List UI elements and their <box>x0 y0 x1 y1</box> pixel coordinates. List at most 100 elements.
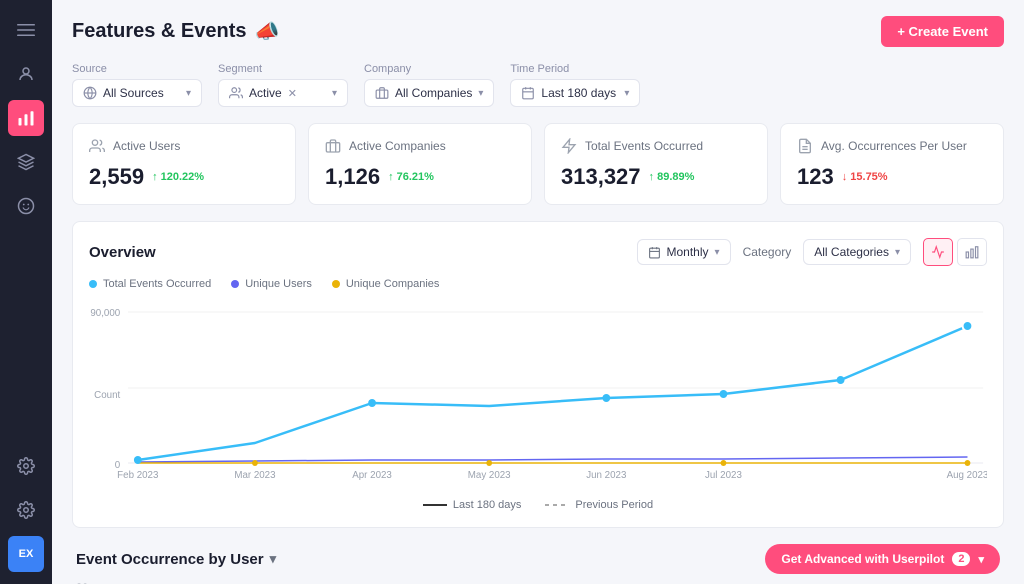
svg-text:Jul 2023: Jul 2023 <box>705 470 742 481</box>
sidebar-item-settings2[interactable] <box>8 492 44 528</box>
segment-filter: Segment Active ✕ ▾ <box>218 63 348 107</box>
sidebar-item-chart[interactable] <box>8 100 44 136</box>
stat-value-avg: 123 ↓ 15.75% <box>797 164 987 190</box>
smiley-icon <box>17 197 35 215</box>
period-calendar-icon <box>648 246 661 259</box>
svg-text:Count: Count <box>94 390 120 401</box>
sidebar-item-menu[interactable] <box>8 12 44 48</box>
time-filter: Time Period Last 180 days ▾ <box>510 63 640 107</box>
company-select[interactable]: All Companies ▾ <box>364 79 494 107</box>
stat-change-events: ↑ 89.89% <box>649 171 695 183</box>
legend-dot-events <box>89 280 97 288</box>
time-value: Last 180 days <box>541 86 616 100</box>
stat-change-users: ↑ 120.22% <box>152 171 204 183</box>
sidebar-avatar[interactable]: EX <box>8 536 44 572</box>
bottom-right: Get Advanced with Userpilot 2 ▾ <box>765 544 1000 574</box>
stat-number-avg: 123 <box>797 164 834 190</box>
overview-chart-svg: 90,000 Count 0 <box>89 298 987 483</box>
source-icon <box>83 86 97 100</box>
sidebar-item-users[interactable] <box>8 56 44 92</box>
legend-label-companies: Unique Companies <box>346 278 440 290</box>
settings2-icon <box>17 501 35 519</box>
bar-chart-icon <box>965 245 979 259</box>
bottom-title-chevron: ▾ <box>270 551 277 567</box>
stat-number-companies: 1,126 <box>325 164 380 190</box>
chart-icon <box>17 109 35 127</box>
sidebar-item-settings1[interactable] <box>8 448 44 484</box>
stat-header-avg: Avg. Occurrences Per User <box>797 138 987 154</box>
svg-text:Feb 2023: Feb 2023 <box>117 470 159 481</box>
time-chevron: ▾ <box>624 88 629 99</box>
period-chevron: ▾ <box>715 247 720 258</box>
legend-total-events: Total Events Occurred <box>89 278 211 290</box>
advanced-btn-label: Get Advanced with Userpilot <box>781 552 944 566</box>
stat-header-events: Total Events Occurred <box>561 138 751 154</box>
company-icon <box>375 86 389 100</box>
segment-icon <box>229 86 243 100</box>
create-event-label: + Create Event <box>897 24 988 39</box>
legend-label-events: Total Events Occurred <box>103 278 211 290</box>
create-event-button[interactable]: + Create Event <box>881 16 1004 47</box>
line-chart-icon <box>931 245 945 259</box>
legend-dot-companies <box>332 280 340 288</box>
company-chevron: ▾ <box>478 88 483 99</box>
stat-header-users: Active Users <box>89 138 279 154</box>
sidebar-item-smiley[interactable] <box>8 188 44 224</box>
active-users-icon <box>89 138 105 154</box>
bottom-title: Event Occurrence by User ▾ <box>76 551 276 568</box>
filters-row: Source All Sources ▾ Segment Active ✕ ▾ … <box>72 63 1004 107</box>
stat-card-events: Total Events Occurred 313,327 ↑ 89.89% <box>544 123 768 205</box>
segment-select[interactable]: Active ✕ ▾ <box>218 79 348 107</box>
avatar-text: EX <box>19 548 34 560</box>
stat-value-companies: 1,126 ↑ 76.21% <box>325 164 515 190</box>
stat-change-avg: ↓ 15.75% <box>842 171 888 183</box>
source-filter: Source All Sources ▾ <box>72 63 202 107</box>
stat-number-events: 313,327 <box>561 164 641 190</box>
total-events-icon <box>561 138 577 154</box>
users-icon <box>17 65 35 83</box>
category-chevron: ▾ <box>895 247 900 258</box>
overview-controls: Monthly ▾ Category All Categories ▾ <box>637 238 988 266</box>
footer-last180: Last 180 days <box>423 499 522 511</box>
stat-card-companies: Active Companies 1,126 ↑ 76.21% <box>308 123 532 205</box>
stat-label-users: Active Users <box>113 139 180 153</box>
time-select[interactable]: Last 180 days ▾ <box>510 79 640 107</box>
sidebar: EX <box>0 0 52 584</box>
chart-footer-legend: Last 180 days Previous Period <box>89 491 987 511</box>
sidebar-item-layers[interactable] <box>8 144 44 180</box>
footer-previous: Previous Period <box>545 499 653 511</box>
bar-chart-button[interactable] <box>957 238 987 266</box>
legend-unique-users: Unique Users <box>231 278 312 290</box>
stat-value-users: 2,559 ↑ 120.22% <box>89 164 279 190</box>
stat-label-companies: Active Companies <box>349 139 446 153</box>
line-chart-button[interactable] <box>923 238 953 266</box>
period-select[interactable]: Monthly ▾ <box>637 239 731 265</box>
main-content: Features & Events 📣 + Create Event Sourc… <box>52 0 1024 584</box>
stat-header-companies: Active Companies <box>325 138 515 154</box>
source-select[interactable]: All Sources ▾ <box>72 79 202 107</box>
legend-dot-users <box>231 280 239 288</box>
stat-label-avg: Avg. Occurrences Per User <box>821 139 967 153</box>
advanced-chevron: ▾ <box>978 553 984 566</box>
settings1-icon <box>17 457 35 475</box>
overview-title: Overview <box>89 244 156 261</box>
stat-card-active-users: Active Users 2,559 ↑ 120.22% <box>72 123 296 205</box>
get-advanced-button[interactable]: Get Advanced with Userpilot 2 ▾ <box>765 544 1000 574</box>
page-title: Features & Events 📣 <box>72 19 279 44</box>
time-label: Time Period <box>510 63 640 75</box>
layers-icon <box>17 153 35 171</box>
category-value: All Categories <box>814 245 889 259</box>
footer-last180-label: Last 180 days <box>453 499 522 511</box>
svg-text:90,000: 90,000 <box>90 308 120 319</box>
solid-line-icon <box>423 504 447 506</box>
calendar-icon <box>521 86 535 100</box>
svg-text:Jun 2023: Jun 2023 <box>586 470 627 481</box>
bottom-title-text: Event Occurrence by User <box>76 551 264 568</box>
stat-label-events: Total Events Occurred <box>585 139 703 153</box>
category-select[interactable]: All Categories ▾ <box>803 239 911 265</box>
avg-occurrences-icon <box>797 138 813 154</box>
segment-clear-icon[interactable]: ✕ <box>288 87 297 100</box>
menu-icon <box>17 21 35 39</box>
period-value: Monthly <box>667 245 709 259</box>
category-label: Category <box>743 245 792 259</box>
